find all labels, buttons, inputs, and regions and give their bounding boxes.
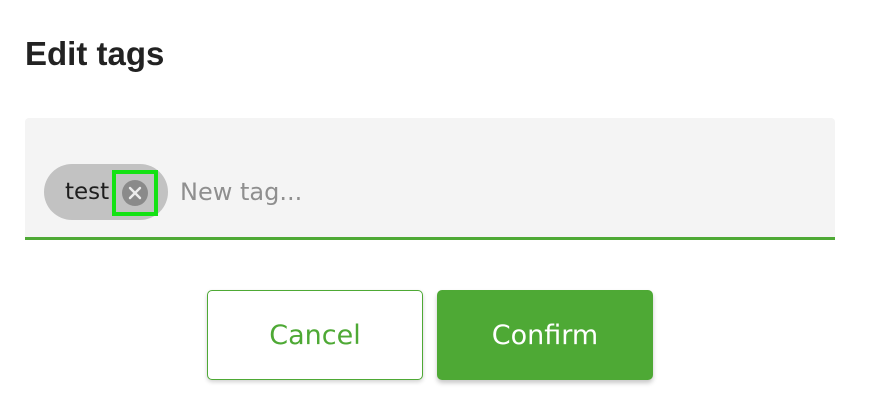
edit-tags-dialog: Edit tags test Cancel Confirm [0,0,876,400]
new-tag-input[interactable] [180,172,780,212]
tag-chip-label: test [65,179,110,205]
confirm-button[interactable]: Confirm [437,290,653,380]
tag-chip: test [44,164,168,220]
confirm-button-label: Confirm [491,319,599,351]
tag-input-field[interactable]: test [25,118,835,240]
cancel-button[interactable]: Cancel [207,290,423,380]
dialog-title: Edit tags [25,35,165,72]
cancel-button-label: Cancel [269,319,361,351]
close-circle-icon [122,180,148,206]
tag-remove-button[interactable] [112,170,158,216]
